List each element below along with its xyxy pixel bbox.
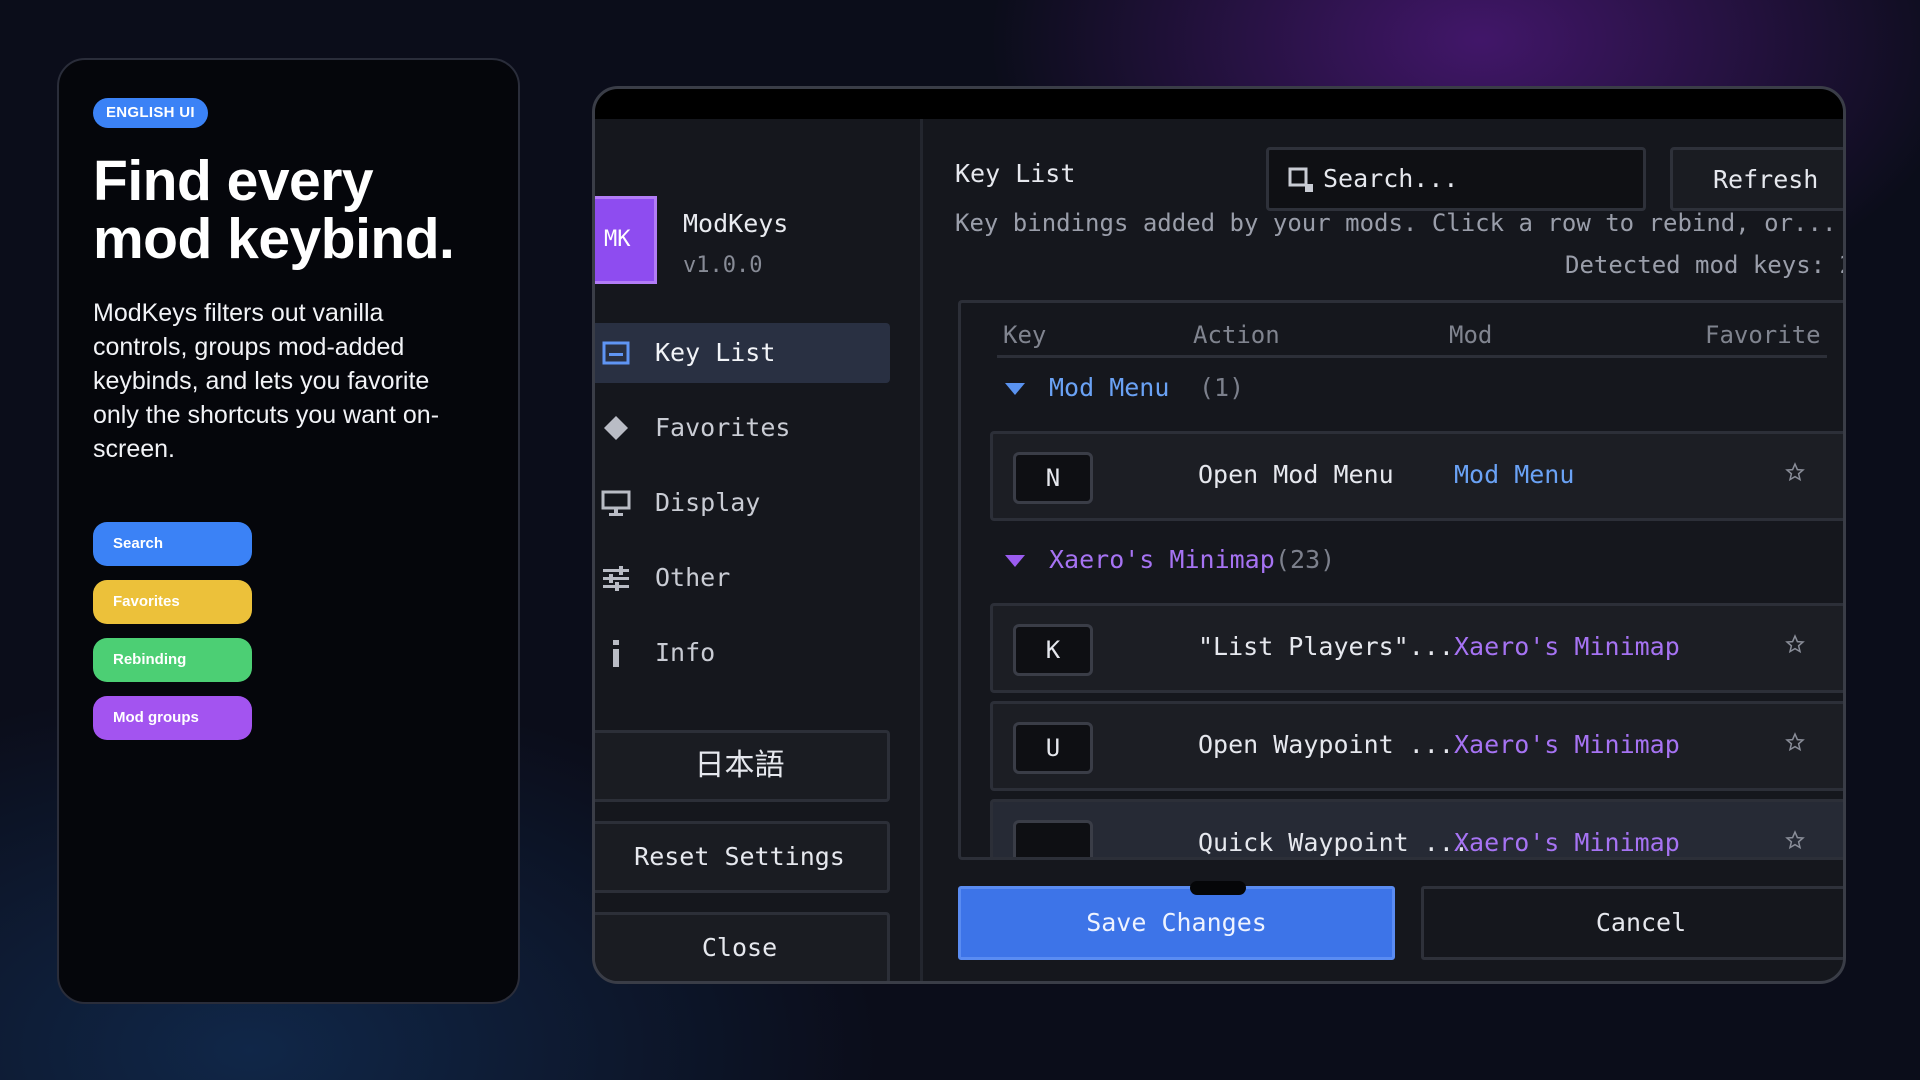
header-divider xyxy=(997,355,1827,358)
info-card: ENGLISH UI Find every mod keybind. ModKe… xyxy=(57,58,520,1004)
keycap-button[interactable]: U xyxy=(1013,722,1093,774)
feature-tags: Search Favorites Rebinding Mod groups xyxy=(93,522,252,754)
favorite-star-icon[interactable] xyxy=(1785,830,1805,850)
tag-mod-groups: Mod groups xyxy=(93,696,252,740)
row-action: Open Mod Menu xyxy=(1198,460,1394,489)
sidebar-item-display[interactable]: Display xyxy=(595,473,890,533)
column-mod: Mod xyxy=(1449,321,1493,349)
app-version: v1.0.0 xyxy=(683,253,763,278)
page-subtitle: Key bindings added by your mods. Click a… xyxy=(955,209,1837,237)
sidebar-item-label: Key List xyxy=(655,338,776,367)
sliders-icon xyxy=(603,566,629,591)
collapse-triangle-icon xyxy=(1005,555,1025,567)
row-mod: Xaero's Minimap xyxy=(1454,730,1680,759)
keycap-button[interactable]: N xyxy=(1013,452,1093,504)
language-toggle-button[interactable]: 日本語 xyxy=(595,730,890,802)
keybind-table: Key Action Mod Favorite Mod Menu (1) N O… xyxy=(958,300,1843,860)
cancel-button[interactable]: Cancel xyxy=(1421,886,1843,960)
tag-favorites: Favorites xyxy=(93,580,252,624)
row-mod: Mod Menu xyxy=(1454,460,1575,489)
sidebar-item-label: Other xyxy=(655,563,731,592)
column-action: Action xyxy=(1193,321,1280,349)
row-mod: Xaero's Minimap xyxy=(1454,828,1680,857)
group-name: Mod Menu xyxy=(1049,373,1170,402)
sidebar-item-label: Display xyxy=(655,488,761,517)
row-action: Open Waypoint ... xyxy=(1198,730,1454,759)
title-bar[interactable] xyxy=(595,89,1843,119)
tag-search: Search xyxy=(93,522,252,566)
favorite-star-icon[interactable] xyxy=(1785,732,1805,752)
table-header: Key Action Mod Favorite xyxy=(961,303,1843,355)
sidebar-item-label: Favorites xyxy=(655,413,791,442)
keyboard-icon xyxy=(602,341,630,365)
search-input[interactable]: Search... xyxy=(1266,147,1646,211)
table-row[interactable]: N Open Mod Menu Mod Menu xyxy=(990,431,1843,521)
favorite-star-icon[interactable] xyxy=(1785,462,1805,482)
sidebar: MK ModKeys v1.0.0 Key List Favorites Dis… xyxy=(595,119,922,981)
refresh-button[interactable]: Refresh xyxy=(1670,147,1843,211)
description: ModKeys filters out vanilla controls, gr… xyxy=(93,299,440,463)
table-row[interactable]: Quick Waypoint ... Xaero's Minimap xyxy=(990,799,1843,857)
group-name: Xaero's Minimap xyxy=(1049,545,1275,574)
drag-handle[interactable] xyxy=(1190,881,1246,895)
sidebar-item-label: Info xyxy=(655,638,716,667)
favorite-star-icon[interactable] xyxy=(1785,634,1805,654)
app-name: ModKeys xyxy=(683,209,789,238)
keycap-button[interactable]: K xyxy=(1013,624,1093,676)
modkeys-window: MK ModKeys v1.0.0 Key List Favorites Dis… xyxy=(592,86,1846,984)
group-count: (23) xyxy=(1275,545,1336,574)
sidebar-item-other[interactable]: Other xyxy=(595,548,890,608)
headline: Find every mod keybind. xyxy=(93,152,503,268)
sidebar-nav: Key List Favorites Display Other Info xyxy=(595,323,890,698)
headline-line-1: Find every xyxy=(93,149,374,213)
column-key: Key xyxy=(1003,321,1047,349)
detected-count: Detected mod keys: 2 xyxy=(1565,251,1846,279)
headline-line-2: mod keybind. xyxy=(93,207,455,271)
diamond-icon xyxy=(604,416,628,440)
row-action: "List Players"... xyxy=(1198,632,1454,661)
main-content: Key List Search... Refresh Key bindings … xyxy=(923,119,1843,981)
search-icon xyxy=(1288,167,1313,192)
table-row[interactable]: K "List Players"... Xaero's Minimap xyxy=(990,603,1843,693)
sidebar-item-favorites[interactable]: Favorites xyxy=(595,398,890,458)
save-changes-button[interactable]: Save Changes xyxy=(958,886,1395,960)
sidebar-item-key-list[interactable]: Key List xyxy=(595,323,890,383)
reset-settings-button[interactable]: Reset Settings xyxy=(595,821,890,893)
search-placeholder: Search... xyxy=(1323,164,1459,193)
row-mod: Xaero's Minimap xyxy=(1454,632,1680,661)
app-logo: MK xyxy=(595,196,657,284)
row-action: Quick Waypoint ... xyxy=(1198,828,1469,857)
collapse-triangle-icon xyxy=(1005,383,1025,395)
language-badge: ENGLISH UI xyxy=(93,98,208,128)
info-icon xyxy=(613,640,619,667)
keycap-button[interactable] xyxy=(1013,820,1093,857)
close-button[interactable]: Close xyxy=(595,912,890,981)
page-title: Key List xyxy=(955,159,1076,188)
group-count: (1) xyxy=(1199,373,1245,402)
sidebar-item-info[interactable]: Info xyxy=(595,623,890,683)
table-row[interactable]: U Open Waypoint ... Xaero's Minimap xyxy=(990,701,1843,791)
column-favorite: Favorite xyxy=(1705,321,1821,349)
tag-rebinding: Rebinding xyxy=(93,638,252,682)
monitor-icon xyxy=(601,490,631,516)
